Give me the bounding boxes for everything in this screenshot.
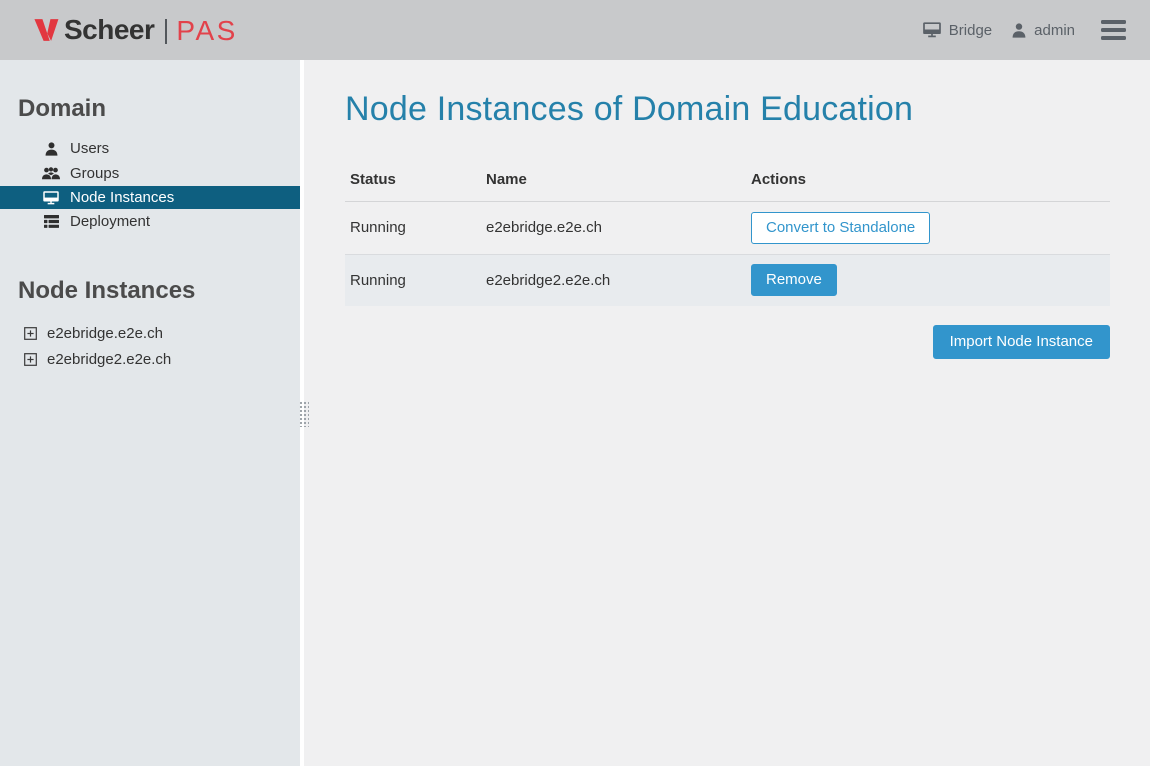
sidebar-section-title-domain: Domain bbox=[18, 96, 300, 122]
app-body: Domain Users bbox=[0, 60, 1150, 766]
tree-item-e2ebridge2[interactable]: e2ebridge2.e2e.ch bbox=[0, 347, 300, 373]
import-button-row: Import Node Instance bbox=[345, 325, 1110, 359]
sidebar: Domain Users bbox=[0, 60, 300, 766]
nav-bridge-label: Bridge bbox=[949, 22, 992, 39]
tree-item-e2ebridge[interactable]: e2ebridge.e2e.ch bbox=[0, 321, 300, 347]
convert-to-standalone-button[interactable]: Convert to Standalone bbox=[751, 212, 930, 244]
column-header-name: Name bbox=[481, 171, 746, 188]
nav-admin-label: admin bbox=[1034, 22, 1075, 39]
desktop-icon bbox=[923, 22, 941, 38]
column-header-actions: Actions bbox=[746, 171, 1110, 188]
page-title: Node Instances of Domain Education bbox=[345, 88, 1110, 131]
table-row: Running e2ebridge.e2e.ch Convert to Stan… bbox=[345, 202, 1110, 254]
product-text: PAS bbox=[176, 15, 237, 47]
sidebar-item-node-instances[interactable]: Node Instances bbox=[0, 186, 300, 209]
tree-item-label: e2ebridge2.e2e.ch bbox=[47, 351, 171, 368]
domain-menu: Users Groups bbox=[0, 136, 300, 234]
sidebar-section-title-node-instances: Node Instances bbox=[18, 278, 300, 304]
hamburger-icon bbox=[1101, 20, 1126, 24]
actions-cell: Convert to Standalone bbox=[746, 212, 1110, 244]
table-row: Running e2ebridge2.e2e.ch Remove bbox=[345, 254, 1110, 306]
table-header-row: Status Name Actions bbox=[345, 145, 1110, 202]
desktop-icon bbox=[42, 191, 60, 205]
scheer-mark-icon bbox=[34, 18, 60, 42]
sidebar-item-label: Deployment bbox=[70, 213, 150, 230]
user-icon bbox=[42, 142, 60, 156]
column-header-status: Status bbox=[345, 171, 481, 188]
import-node-instance-button[interactable]: Import Node Instance bbox=[933, 325, 1110, 359]
menu-button[interactable] bbox=[1101, 16, 1126, 44]
name-cell: e2ebridge2.e2e.ch bbox=[481, 272, 746, 289]
sidebar-item-label: Users bbox=[70, 140, 109, 157]
sidebar-resize-handle[interactable] bbox=[300, 60, 304, 766]
sidebar-item-deployment[interactable]: Deployment bbox=[0, 209, 300, 234]
sidebar-item-groups[interactable]: Groups bbox=[0, 161, 300, 186]
brand-text: Scheer bbox=[64, 14, 154, 46]
scheer-pas-logo: Scheer PAS bbox=[34, 13, 238, 47]
hamburger-icon bbox=[1101, 36, 1126, 40]
name-cell: e2ebridge.e2e.ch bbox=[481, 219, 746, 236]
remove-button[interactable]: Remove bbox=[751, 264, 837, 296]
users-icon bbox=[42, 167, 60, 180]
nav-bridge[interactable]: Bridge bbox=[923, 22, 992, 39]
app-header: Scheer PAS Bridge admin bbox=[0, 0, 1150, 60]
node-instances-tree: e2ebridge.e2e.ch e2ebridge2.e2e.ch bbox=[0, 321, 300, 373]
status-cell: Running bbox=[345, 219, 481, 236]
user-icon bbox=[1012, 23, 1026, 38]
sidebar-item-users[interactable]: Users bbox=[0, 136, 300, 161]
plus-square-icon[interactable] bbox=[24, 327, 37, 340]
tree-item-label: e2ebridge.e2e.ch bbox=[47, 325, 163, 342]
resize-grip-icon bbox=[299, 401, 309, 427]
plus-square-icon[interactable] bbox=[24, 353, 37, 366]
header-nav: Bridge admin bbox=[903, 16, 1126, 44]
status-cell: Running bbox=[345, 272, 481, 289]
logo-separator bbox=[165, 19, 167, 44]
hamburger-icon bbox=[1101, 28, 1126, 32]
sidebar-item-label: Node Instances bbox=[70, 189, 174, 206]
actions-cell: Remove bbox=[746, 264, 1110, 296]
main-content: Node Instances of Domain Education Statu… bbox=[304, 60, 1150, 766]
node-instances-table: Status Name Actions Running e2ebridge.e2… bbox=[345, 145, 1110, 306]
nav-admin[interactable]: admin bbox=[1012, 22, 1075, 39]
tasks-icon bbox=[42, 215, 60, 228]
sidebar-item-label: Groups bbox=[70, 165, 119, 182]
